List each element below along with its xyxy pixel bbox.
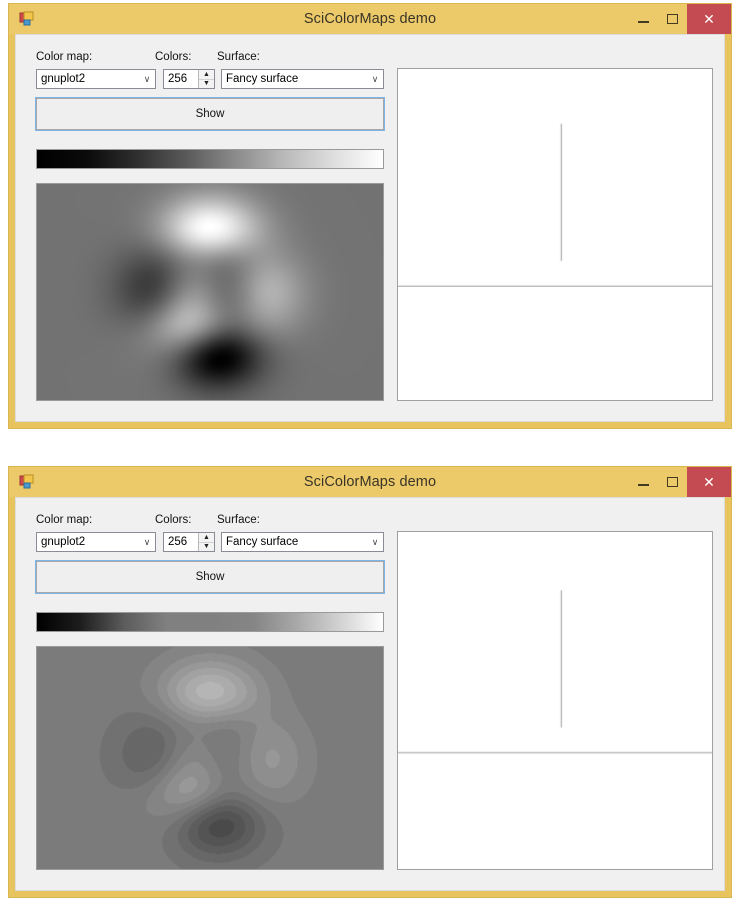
title-bar[interactable]: SciColorMaps demo ✕ (9, 467, 731, 497)
surface-smooth (397, 68, 713, 401)
window-scicolormaps-2[interactable]: SciColorMaps demo ✕ Color map: Colors: S… (8, 466, 732, 898)
heatmap-quantized (36, 646, 384, 870)
surface-label: Surface: (217, 514, 260, 526)
client-area: Color map: Colors: Surface: gnuplot2 ∨ 2… (15, 497, 725, 891)
surface-select[interactable]: Fancy surface ∨ (221, 69, 384, 89)
window-controls: ✕ (629, 467, 731, 497)
colormap-select[interactable]: gnuplot2 ∨ (36, 532, 156, 552)
surface-select[interactable]: Fancy surface ∨ (221, 532, 384, 552)
stepper-buttons[interactable]: ▲ ▼ (198, 70, 214, 88)
colormap-label: Color map: (36, 51, 93, 63)
chevron-down-icon: ∨ (143, 536, 151, 547)
surface-quantized (397, 531, 713, 870)
window-scicolormaps-1[interactable]: SciColorMaps demo ✕ Color map: Colors: S… (8, 3, 732, 429)
close-button[interactable]: ✕ (687, 467, 731, 497)
window-title: SciColorMaps demo (303, 474, 437, 490)
colors-label: Colors: (155, 51, 192, 63)
window-controls: ✕ (629, 4, 731, 34)
close-button[interactable]: ✕ (687, 4, 731, 34)
title-bar[interactable]: SciColorMaps demo ✕ (9, 4, 731, 34)
surface-label: Surface: (217, 51, 260, 63)
chevron-down-icon: ∨ (371, 73, 379, 84)
window-title: SciColorMaps demo (303, 11, 437, 27)
colors-stepper[interactable]: 256 ▲ ▼ (163, 532, 215, 552)
show-button[interactable]: Show (35, 560, 385, 594)
stepper-down-icon[interactable]: ▼ (199, 80, 214, 89)
chevron-down-icon: ∨ (143, 73, 151, 84)
colormap-value: gnuplot2 (41, 73, 86, 85)
colorbar-quantized (36, 612, 384, 632)
surface-value: Fancy surface (226, 73, 299, 85)
colormap-value: gnuplot2 (41, 536, 86, 548)
maximize-button[interactable] (658, 467, 687, 497)
maximize-button[interactable] (658, 4, 687, 34)
stepper-buttons[interactable]: ▲ ▼ (198, 533, 214, 551)
minimize-button[interactable] (629, 4, 658, 34)
surface-value: Fancy surface (226, 536, 299, 548)
colors-stepper[interactable]: 256 ▲ ▼ (163, 69, 215, 89)
stepper-up-icon[interactable]: ▲ (199, 70, 214, 80)
heatmap-smooth (36, 183, 384, 401)
minimize-button[interactable] (629, 467, 658, 497)
colormap-select[interactable]: gnuplot2 ∨ (36, 69, 156, 89)
show-button[interactable]: Show (35, 97, 385, 131)
colors-value: 256 (168, 536, 188, 548)
chevron-down-icon: ∨ (371, 536, 379, 547)
stepper-up-icon[interactable]: ▲ (199, 533, 214, 543)
client-area: Color map: Colors: Surface: gnuplot2 ∨ 2… (15, 34, 725, 422)
colors-value: 256 (168, 73, 188, 85)
stepper-down-icon[interactable]: ▼ (199, 543, 214, 552)
colors-label: Colors: (155, 514, 192, 526)
colorbar-smooth (36, 149, 384, 169)
colormap-label: Color map: (36, 514, 93, 526)
